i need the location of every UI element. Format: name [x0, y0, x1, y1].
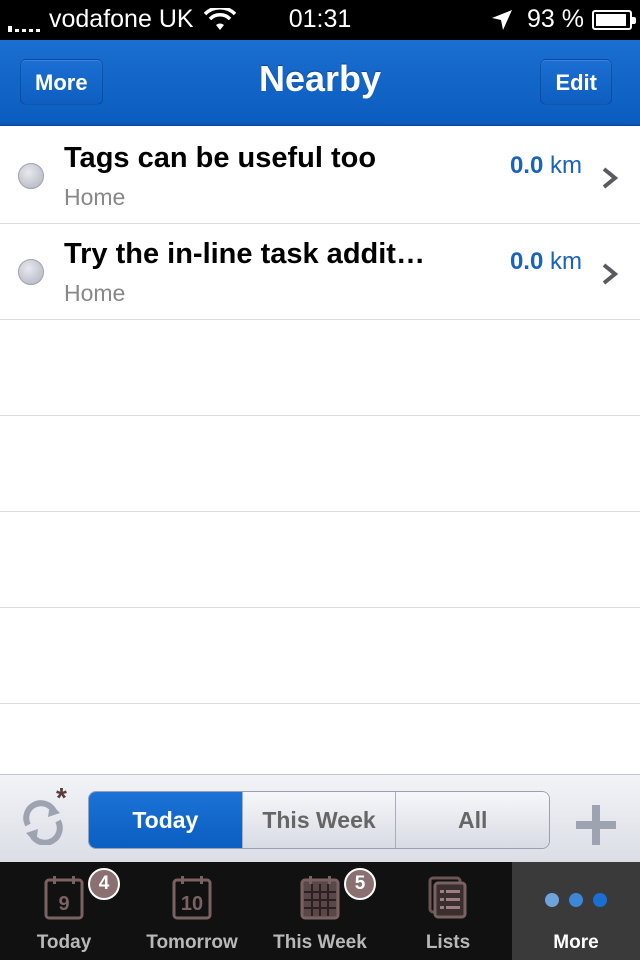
tab-this-week[interactable]: 5 This Week	[256, 862, 384, 960]
edit-button[interactable]: Edit	[540, 59, 612, 105]
tab-bar: 9 4 Today 10 Tomorrow 5 This Week Lists …	[0, 862, 640, 960]
calendar-day-number: 9	[58, 893, 69, 915]
task-distance: 0.0 km	[510, 152, 582, 180]
calendar-day-icon: 10	[172, 876, 212, 920]
battery-percent: 93 %	[527, 5, 584, 33]
sync-icon[interactable]: *	[20, 785, 80, 845]
segment-today[interactable]: Today	[89, 792, 242, 848]
task-status-dot[interactable]	[18, 259, 44, 285]
task-list-name: Home	[64, 184, 126, 210]
today-badge: 4	[88, 868, 120, 900]
tab-label: Today	[36, 932, 92, 953]
chevron-right-icon[interactable]	[600, 262, 620, 286]
task-list-name: Home	[64, 280, 126, 306]
empty-row	[0, 608, 640, 704]
filter-segmented-control: Today This Week All	[88, 791, 550, 849]
calendar-day-number: 10	[181, 893, 203, 915]
empty-row	[0, 320, 640, 416]
task-row[interactable]: Try the in-line task addit… Home 0.0 km	[0, 224, 640, 320]
task-status-dot[interactable]	[18, 163, 44, 189]
status-bar: vodafone UK 01:31 93 %	[0, 0, 640, 40]
segment-all[interactable]: All	[395, 792, 549, 848]
task-distance: 0.0 km	[510, 248, 582, 276]
navigation-bar: More Nearby Edit	[0, 40, 640, 126]
lists-icon	[428, 876, 467, 919]
tab-label: This Week	[273, 932, 367, 953]
tab-lists[interactable]: Lists	[384, 862, 512, 960]
tab-tomorrow[interactable]: 10 Tomorrow	[128, 862, 256, 960]
svg-text:*: *	[56, 785, 67, 813]
distance-value: 0.0	[509, 248, 544, 275]
segment-this-week[interactable]: This Week	[241, 792, 396, 848]
calendar-week-icon	[300, 876, 340, 920]
task-row[interactable]: Tags can be useful too Home 0.0 km	[0, 128, 640, 224]
tab-label: More	[553, 932, 599, 953]
distance-unit: km	[550, 248, 582, 275]
more-dots-icon	[545, 893, 607, 907]
location-arrow-icon	[492, 9, 513, 30]
task-title: Tags can be useful too	[64, 142, 377, 174]
empty-row	[0, 416, 640, 512]
bottom-toolbar: * Today This Week All	[0, 774, 640, 862]
tab-label: Lists	[425, 932, 471, 953]
empty-row	[0, 512, 640, 608]
add-task-icon[interactable]	[574, 803, 618, 847]
tab-more[interactable]: More	[512, 862, 640, 960]
distance-value: 0.0	[509, 152, 544, 179]
battery-icon	[592, 9, 636, 30]
task-title: Try the in-line task addit…	[64, 238, 425, 270]
tab-today[interactable]: 9 4 Today	[0, 862, 128, 960]
distance-unit: km	[550, 152, 582, 179]
tab-label: Tomorrow	[146, 932, 238, 953]
calendar-day-icon: 9	[44, 876, 84, 920]
task-list: Tags can be useful too Home 0.0 km Try t…	[0, 128, 640, 800]
chevron-right-icon[interactable]	[600, 166, 620, 190]
this-week-badge: 5	[344, 868, 376, 900]
